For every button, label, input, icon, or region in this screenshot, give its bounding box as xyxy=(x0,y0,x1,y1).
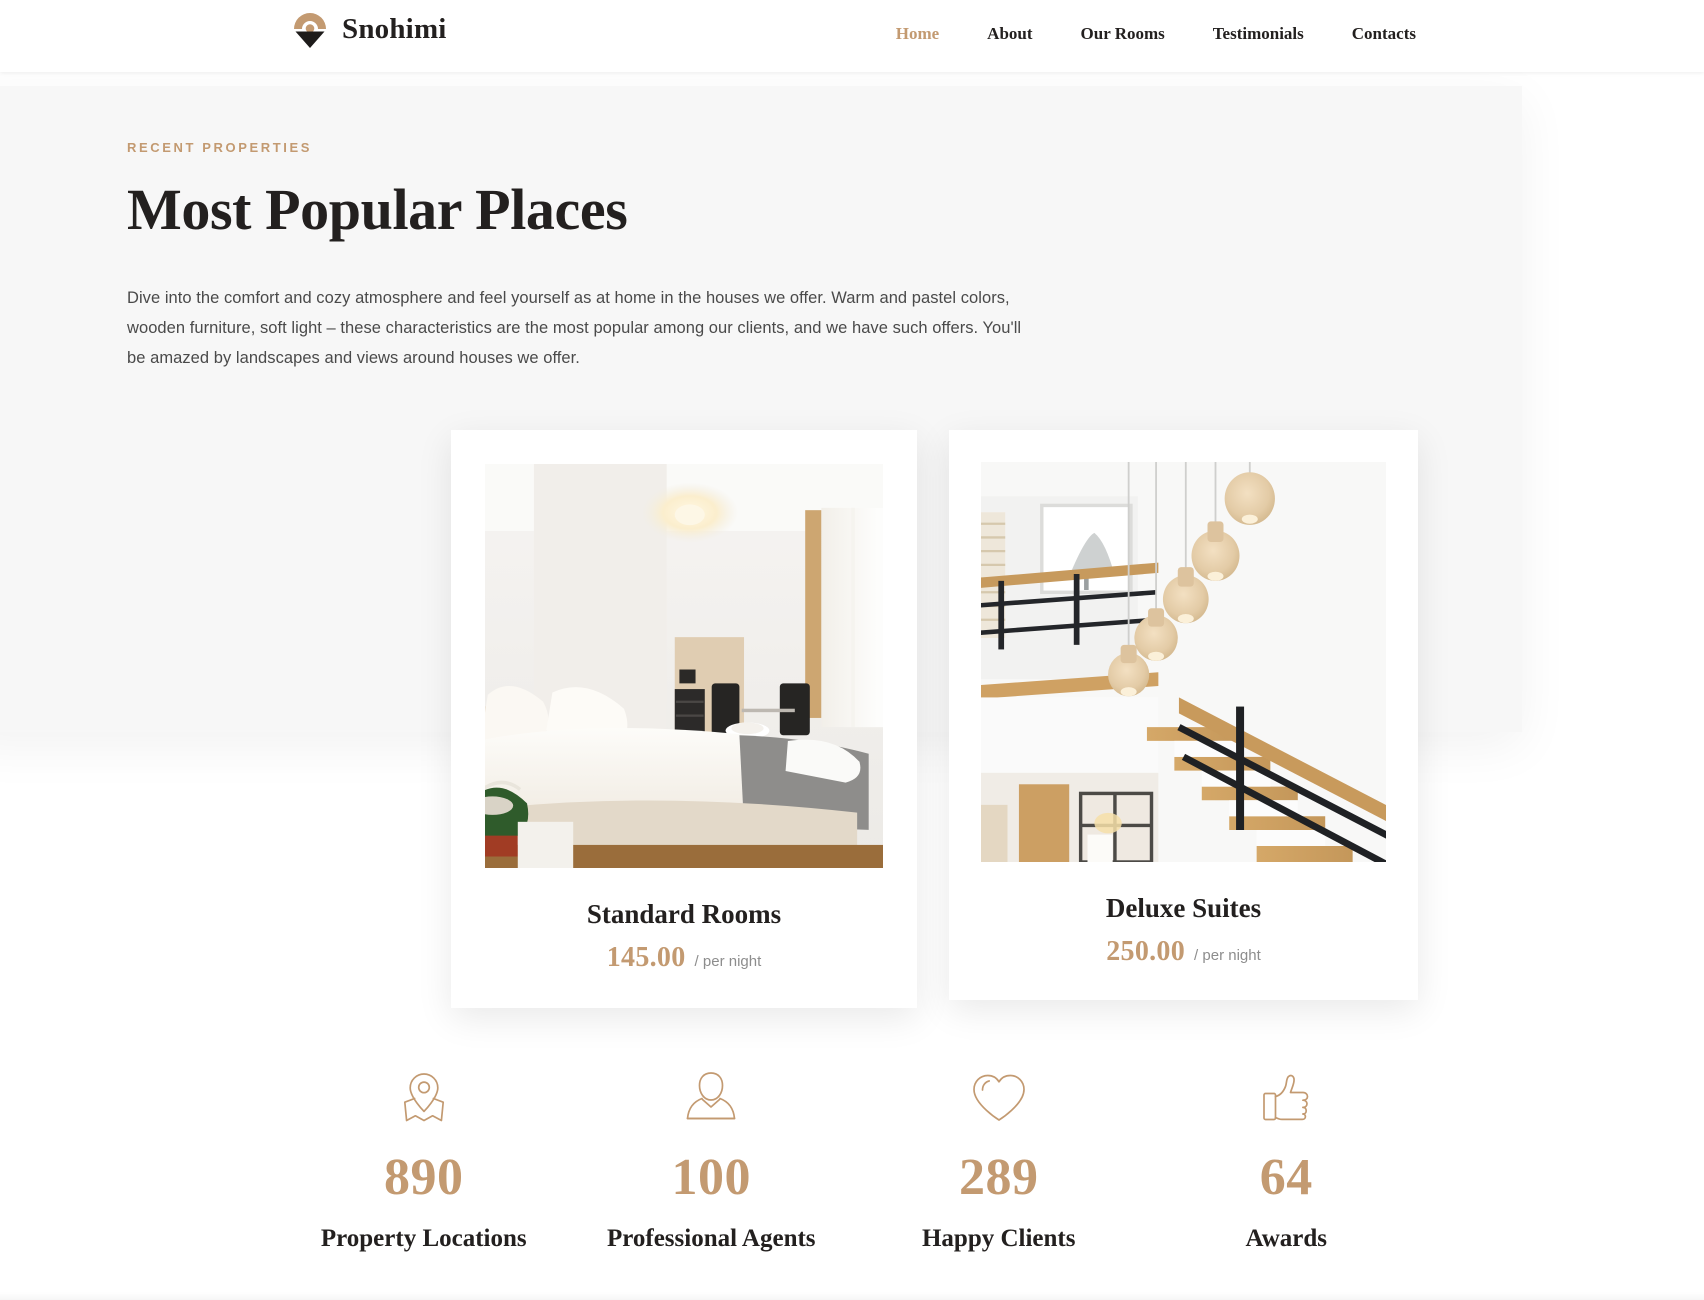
stat-awards: 64 Awards xyxy=(1143,1068,1431,1254)
nav-item-contacts[interactable]: Contacts xyxy=(1328,22,1416,46)
property-title: Deluxe Suites xyxy=(1105,893,1262,923)
property-card-list: Standard Rooms 145.00 / per night Deluxe… xyxy=(451,430,1418,1009)
property-price-row: 145.00 / per night xyxy=(485,942,883,974)
stat-value: 890 xyxy=(384,1149,464,1206)
page-bottom-divider xyxy=(0,1292,1704,1300)
property-card-deluxe-suites[interactable]: Deluxe Suites 250.00 / per night xyxy=(949,430,1418,1001)
page-title: Most Popular Places xyxy=(127,177,628,242)
section-eyebrow: RECENT PROPERTIES xyxy=(127,140,313,155)
nav-item-home[interactable]: Home xyxy=(872,22,963,46)
property-price-row: 250.00 / per night xyxy=(981,936,1386,968)
page-root: Snohimi Home About Our Rooms Testimonial… xyxy=(0,0,1704,1300)
property-title: Standard Rooms xyxy=(586,899,782,929)
section-intro: RECENT PROPERTIES Most Popular Places Di… xyxy=(127,140,1047,373)
stat-value: 289 xyxy=(959,1149,1039,1206)
stat-happy-clients: 289 Happy Clients xyxy=(855,1068,1143,1254)
nav-item-testimonials[interactable]: Testimonials xyxy=(1189,22,1328,46)
property-card-standard-rooms[interactable]: Standard Rooms 145.00 / per night xyxy=(451,430,917,1009)
site-header: Snohimi Home About Our Rooms Testimonial… xyxy=(0,0,1704,72)
stat-value: 64 xyxy=(1259,1149,1313,1206)
stat-property-locations: 890 Property Locations xyxy=(280,1068,568,1254)
nav-item-about[interactable]: About xyxy=(963,22,1056,46)
property-price-period: / per night xyxy=(1194,947,1261,965)
stat-label: Professional Agents xyxy=(606,1225,816,1252)
agent-person-icon xyxy=(568,1068,856,1130)
property-price: 250.00 xyxy=(1106,936,1186,968)
thumbs-up-icon xyxy=(1143,1068,1431,1130)
stat-label: Property Locations xyxy=(320,1225,527,1252)
pin-logo-icon xyxy=(288,8,332,52)
nav-item-our-rooms[interactable]: Our Rooms xyxy=(1057,22,1189,46)
stat-label: Awards xyxy=(1245,1225,1327,1252)
property-price: 145.00 xyxy=(606,942,686,974)
stats-row: 890 Property Locations 100 Professional … xyxy=(280,1068,1430,1254)
section-description: Dive into the comfort and cozy atmospher… xyxy=(127,288,1022,367)
stat-value: 100 xyxy=(671,1149,751,1206)
heart-icon xyxy=(855,1068,1143,1130)
brand-logo-link[interactable]: Snohimi xyxy=(288,8,447,52)
property-photo-staircase xyxy=(981,462,1386,862)
brand-name: Snohimi xyxy=(342,12,447,45)
main-nav: Home About Our Rooms Testimonials Contac… xyxy=(872,22,1416,46)
property-price-period: / per night xyxy=(694,953,762,971)
property-photo-bedroom xyxy=(485,464,883,868)
stat-professional-agents: 100 Professional Agents xyxy=(568,1068,856,1254)
map-pin-icon xyxy=(280,1068,568,1130)
stat-label: Happy Clients xyxy=(921,1225,1076,1252)
